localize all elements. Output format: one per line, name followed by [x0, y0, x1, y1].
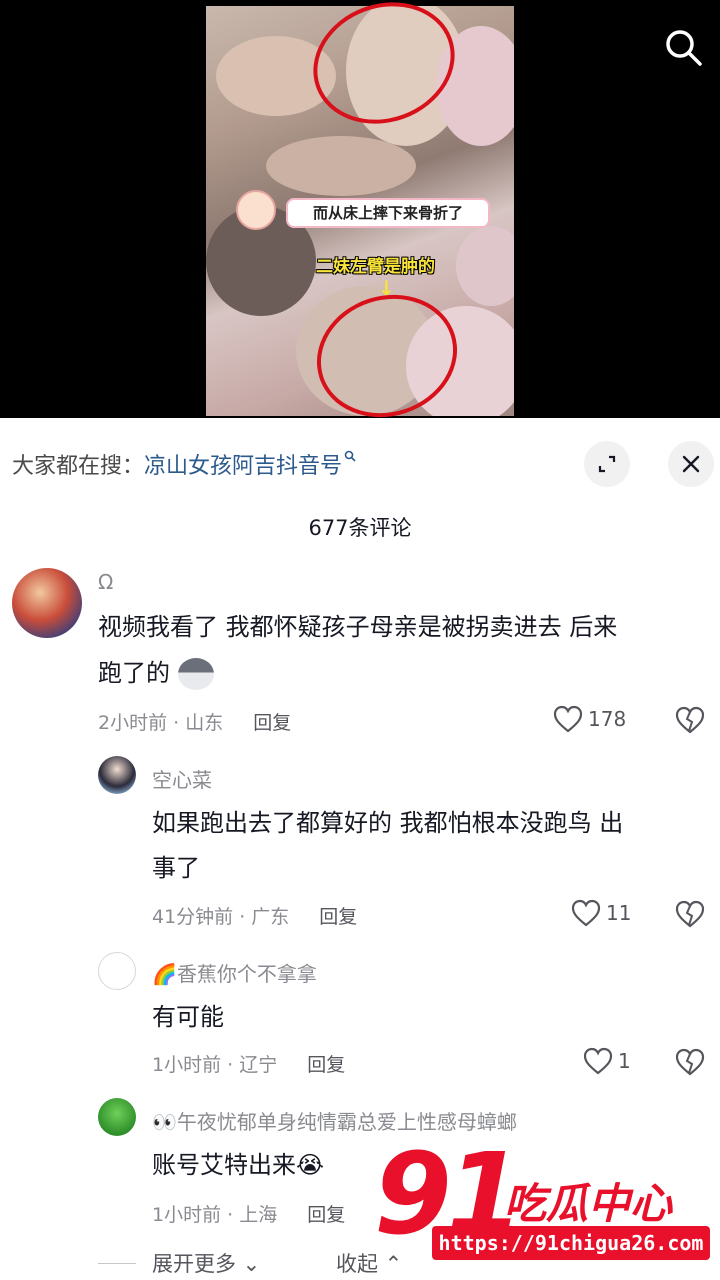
- reply-button[interactable]: 回复: [253, 708, 291, 735]
- close-icon: [682, 455, 700, 473]
- heart-icon: [553, 705, 583, 733]
- close-button[interactable]: [668, 441, 714, 487]
- suggestion-prefix: 大家都在搜：: [12, 454, 145, 479]
- comment-text-part: 跑了的: [98, 659, 170, 687]
- comment-username[interactable]: 🌈香蕉你个不拿拿: [152, 958, 317, 987]
- reply-button[interactable]: 回复: [319, 902, 357, 929]
- comment-count: 677条评论: [308, 516, 412, 540]
- comment-meta: 41分钟前 · 广东 回复: [152, 902, 357, 929]
- avatar[interactable]: [98, 1098, 136, 1136]
- comment-text: 视频我看了 我都怀疑孩子母亲是被拐卖进去 后来: [98, 613, 618, 641]
- divider: [98, 1263, 136, 1264]
- expand-more-label: 展开更多: [152, 1252, 236, 1276]
- video-caption: 而从床上摔下来骨折了: [286, 198, 490, 228]
- reply-button[interactable]: 回复: [307, 1200, 345, 1227]
- avatar[interactable]: [12, 568, 82, 638]
- comment-text: 事了: [152, 854, 200, 882]
- video-shape: [456, 226, 514, 306]
- like-button[interactable]: 1: [582, 1046, 631, 1076]
- collapse-label: 收起: [336, 1252, 378, 1276]
- comment-meta: 1小时前 · 上海 回复: [152, 1200, 345, 1227]
- watermark-url: https://91chigua26.com: [432, 1226, 710, 1260]
- comment-text: 跑了的: [98, 650, 214, 696]
- expand-more-button[interactable]: 展开更多 ⌄: [152, 1248, 260, 1278]
- like-count: 1: [618, 1049, 631, 1073]
- comment-time-location: 1小时前 · 上海: [152, 1204, 278, 1226]
- video-caption-secondary: 二妹左臂是肿的: [316, 257, 435, 277]
- expand-button[interactable]: [584, 441, 630, 487]
- comment-text: 有可能: [152, 1003, 224, 1031]
- suggestion-keyword[interactable]: 凉山女孩阿吉抖音号: [144, 448, 342, 480]
- watermark-brand: 吃瓜中心: [504, 1179, 673, 1228]
- search-icon: [666, 30, 702, 66]
- arrow-down-icon: ↓: [378, 276, 395, 300]
- expand-icon: [598, 455, 616, 473]
- video-player[interactable]: 而从床上摔下来骨折了 二妹左臂是肿的 ↓: [0, 0, 720, 436]
- broken-heart-icon: [675, 1048, 705, 1076]
- avatar[interactable]: [98, 952, 136, 990]
- comment-username[interactable]: Ω: [98, 570, 113, 594]
- comment-time-location: 1小时前 · 辽宁: [152, 1054, 278, 1076]
- dislike-button[interactable]: [674, 705, 706, 739]
- search-small-icon: [344, 450, 356, 466]
- comment-meta: 2小时前 · 山东 回复: [98, 708, 291, 735]
- avatar[interactable]: [98, 756, 136, 794]
- comment-text: 如果跑出去了都算好的 我都怕根本没跑鸟 出: [152, 809, 624, 837]
- comment-meta: 1小时前 · 辽宁 回复: [152, 1050, 345, 1077]
- watermark: 91 吃瓜中心 https://91chigua26.com: [374, 1130, 720, 1280]
- broken-heart-icon: [675, 706, 705, 734]
- caption-avatar-icon: [236, 190, 276, 230]
- comment-time-location: 41分钟前 · 广东: [152, 906, 290, 928]
- like-count: 178: [588, 707, 627, 731]
- comment-time-location: 2小时前 · 山东: [98, 712, 224, 734]
- dog-emoji-icon: [177, 658, 214, 690]
- heart-icon: [571, 899, 601, 927]
- search-suggestion[interactable]: 大家都在搜： 凉山女孩阿吉抖音号: [12, 448, 356, 480]
- dislike-button[interactable]: [674, 1047, 706, 1081]
- like-button[interactable]: 178: [552, 704, 626, 734]
- broken-heart-icon: [675, 900, 705, 928]
- chevron-down-icon: ⌄: [236, 1252, 261, 1276]
- search-button[interactable]: [662, 26, 706, 70]
- reply-button[interactable]: 回复: [307, 1050, 345, 1077]
- like-count: 11: [606, 901, 632, 925]
- video-shape: [266, 136, 416, 196]
- comment-username[interactable]: 空心菜: [152, 764, 212, 793]
- like-button[interactable]: 11: [570, 898, 631, 928]
- comment-text: 账号艾特出来😭: [152, 1151, 325, 1179]
- heart-icon: [583, 1047, 613, 1075]
- dislike-button[interactable]: [674, 899, 706, 933]
